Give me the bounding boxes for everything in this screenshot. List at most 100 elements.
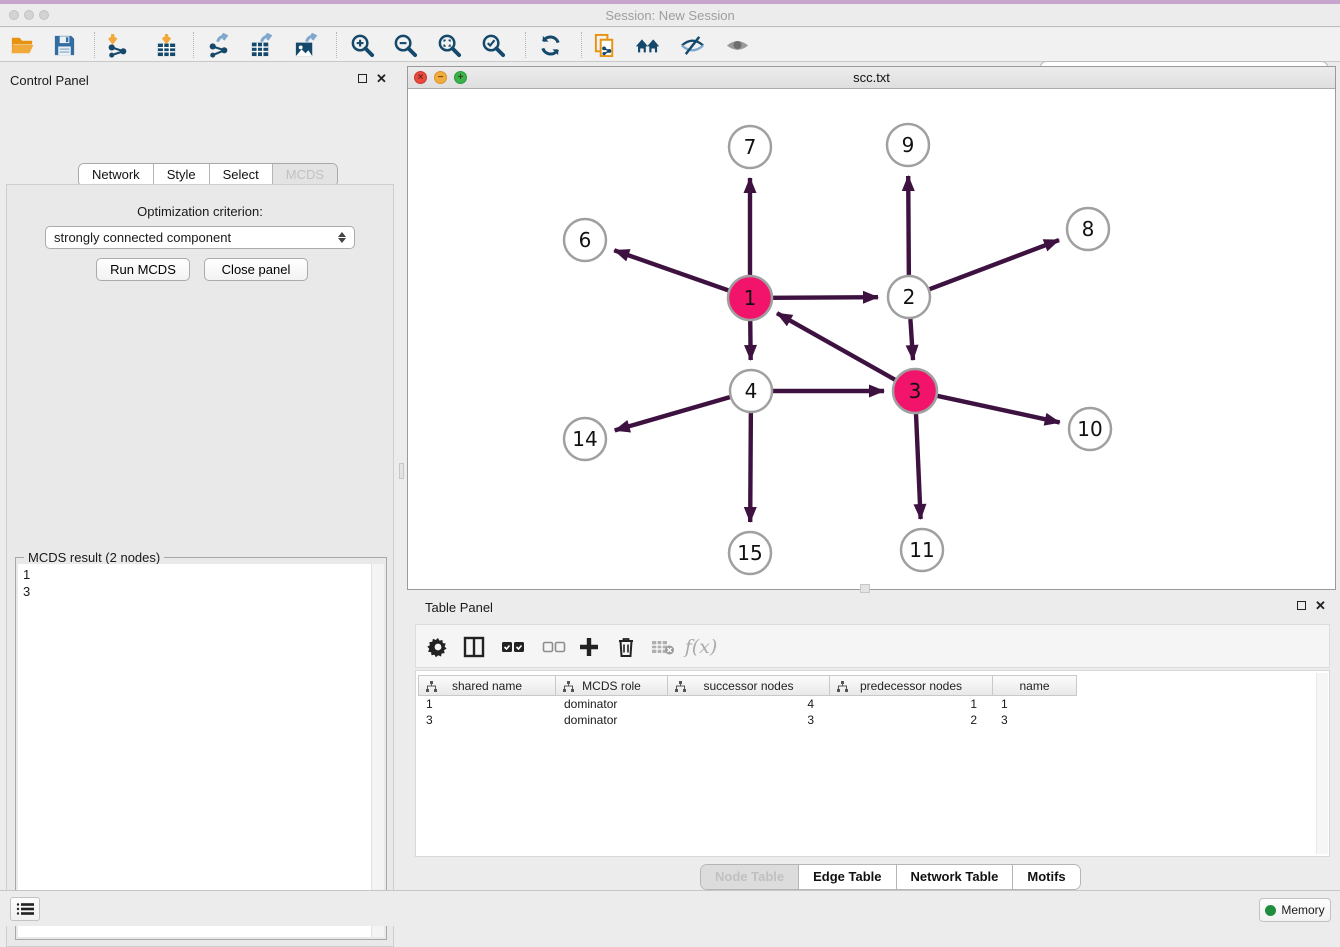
graph-node-11[interactable]: 11 xyxy=(901,529,943,571)
table-row[interactable]: 3dominator323 xyxy=(418,712,1327,728)
export-table-icon[interactable] xyxy=(248,32,274,58)
graph-node-15[interactable]: 15 xyxy=(729,532,771,574)
zoom-out-icon[interactable] xyxy=(392,32,418,58)
float-panel-icon[interactable] xyxy=(358,74,367,83)
refresh-layout-icon[interactable] xyxy=(537,32,563,58)
column-header-name[interactable]: name xyxy=(993,675,1077,696)
graph-node-6[interactable]: 6 xyxy=(564,219,606,261)
tab-network-table[interactable]: Network Table xyxy=(896,865,1013,889)
table-tabs: Node TableEdge TableNetwork TableMotifs xyxy=(700,864,1081,890)
open-folder-icon[interactable] xyxy=(9,32,35,58)
cell-MCDS-role[interactable]: dominator xyxy=(556,696,668,712)
split-columns-icon[interactable] xyxy=(460,633,488,661)
network-window-titlebar: × − + scc.txt xyxy=(408,67,1335,89)
graph-node-1[interactable]: 1 xyxy=(728,276,772,320)
edge-3-1[interactable] xyxy=(777,313,896,380)
close-panel-icon[interactable]: ✕ xyxy=(376,74,387,83)
cell-successor-nodes[interactable]: 4 xyxy=(668,696,830,712)
export-network-icon[interactable] xyxy=(205,32,231,58)
mcds-result-box: MCDS result (2 nodes) 13 xyxy=(15,557,387,940)
cell-MCDS-role[interactable]: dominator xyxy=(556,712,668,728)
edge-1-6[interactable] xyxy=(614,250,729,290)
graph-node-7[interactable]: 7 xyxy=(729,126,771,168)
edge-4-14[interactable] xyxy=(615,397,730,430)
close-table-panel-icon[interactable]: ✕ xyxy=(1315,601,1326,610)
cell-successor-nodes[interactable]: 3 xyxy=(668,712,830,728)
task-history-button[interactable] xyxy=(10,897,40,921)
column-header-predecessor-nodes[interactable]: predecessor nodes xyxy=(830,675,993,696)
selected-criterion: strongly connected component xyxy=(54,230,231,245)
zoom-fit-icon[interactable] xyxy=(436,32,462,58)
table-row[interactable]: 1dominator411 xyxy=(418,696,1327,712)
delete-icon[interactable] xyxy=(612,633,640,661)
edge-3-10[interactable] xyxy=(936,396,1059,423)
list-icon xyxy=(16,902,34,916)
table-toolbar: f(x) xyxy=(415,624,1330,668)
save-icon[interactable] xyxy=(51,32,77,58)
svg-text:4: 4 xyxy=(745,379,758,403)
network-canvas[interactable]: 7 9 6 8 1 2 4 3 14 10 15 11 xyxy=(408,89,1335,589)
table-scrollbar[interactable] xyxy=(1316,673,1328,854)
graph-node-3[interactable]: 3 xyxy=(893,369,937,413)
result-scrollbar[interactable] xyxy=(371,564,384,937)
horizontal-splitter-handle[interactable] xyxy=(860,584,870,593)
column-header-successor-nodes[interactable]: successor nodes xyxy=(668,675,830,696)
edge-3-11[interactable] xyxy=(916,413,921,519)
import-table-icon[interactable] xyxy=(153,32,179,58)
graph-node-14[interactable]: 14 xyxy=(564,418,606,460)
optimization-label: Optimization criterion: xyxy=(7,204,393,219)
optimization-criterion-select[interactable]: strongly connected component xyxy=(45,226,355,249)
deselect-all-icon[interactable] xyxy=(540,633,568,661)
edge-1-2[interactable] xyxy=(772,297,878,298)
delete-table-icon xyxy=(649,633,677,661)
tab-motifs[interactable]: Motifs xyxy=(1012,865,1079,889)
window-title: Session: New Session xyxy=(0,8,1340,23)
edge-2-9[interactable] xyxy=(908,176,909,275)
close-panel-button[interactable]: Close panel xyxy=(204,258,308,281)
cell-predecessor-nodes[interactable]: 1 xyxy=(830,696,993,712)
graph-node-9[interactable]: 9 xyxy=(887,124,929,166)
column-header-shared-name[interactable]: shared name xyxy=(418,675,556,696)
hide-eye-icon[interactable] xyxy=(679,32,705,58)
tab-network[interactable]: Network xyxy=(79,164,153,186)
add-column-icon[interactable] xyxy=(575,633,603,661)
gear-icon[interactable] xyxy=(424,633,452,661)
network-view-window: × − + scc.txt 7 9 6 8 1 2 4 3 14 10 15 11 xyxy=(407,66,1336,590)
tab-node-table[interactable]: Node Table xyxy=(701,865,798,889)
graph-node-4[interactable]: 4 xyxy=(730,370,772,412)
control-panel-title: Control Panel xyxy=(10,73,89,88)
memory-button[interactable]: Memory xyxy=(1259,898,1331,922)
cell-shared-name[interactable]: 1 xyxy=(418,696,556,712)
cell-name[interactable]: 1 xyxy=(993,696,1077,712)
graph-node-8[interactable]: 8 xyxy=(1067,208,1109,250)
tab-mcds[interactable]: MCDS xyxy=(272,164,337,186)
select-all-icon[interactable] xyxy=(499,633,527,661)
zoom-selected-icon[interactable] xyxy=(480,32,506,58)
column-header-MCDS-role[interactable]: MCDS role xyxy=(556,675,668,696)
tab-style[interactable]: Style xyxy=(153,164,209,186)
svg-text:11: 11 xyxy=(909,538,934,562)
export-image-icon[interactable] xyxy=(292,32,318,58)
clone-network-icon[interactable] xyxy=(592,32,618,58)
graph-node-10[interactable]: 10 xyxy=(1069,408,1111,450)
run-mcds-button[interactable]: Run MCDS xyxy=(96,258,190,281)
edge-4-15[interactable] xyxy=(750,413,751,522)
tab-select[interactable]: Select xyxy=(209,164,272,186)
zoom-in-icon[interactable] xyxy=(349,32,375,58)
float-table-panel-icon[interactable] xyxy=(1297,601,1306,610)
import-network-icon[interactable] xyxy=(104,32,130,58)
cell-name[interactable]: 3 xyxy=(993,712,1077,728)
mcds-result-text[interactable]: 13 xyxy=(18,564,371,937)
edge-2-3[interactable] xyxy=(910,319,913,360)
edge-2-8[interactable] xyxy=(930,240,1059,289)
select-stepper-icon xyxy=(338,232,346,243)
cell-predecessor-nodes[interactable]: 2 xyxy=(830,712,993,728)
svg-text:7: 7 xyxy=(744,135,757,159)
home-icon[interactable] xyxy=(635,32,661,58)
graph-node-2[interactable]: 2 xyxy=(888,276,930,318)
vertical-splitter-handle[interactable] xyxy=(399,463,404,479)
tab-edge-table[interactable]: Edge Table xyxy=(798,865,895,889)
eye-icon[interactable] xyxy=(724,32,750,58)
cell-shared-name[interactable]: 3 xyxy=(418,712,556,728)
table-header-row: shared nameMCDS rolesuccessor nodesprede… xyxy=(418,675,1077,696)
